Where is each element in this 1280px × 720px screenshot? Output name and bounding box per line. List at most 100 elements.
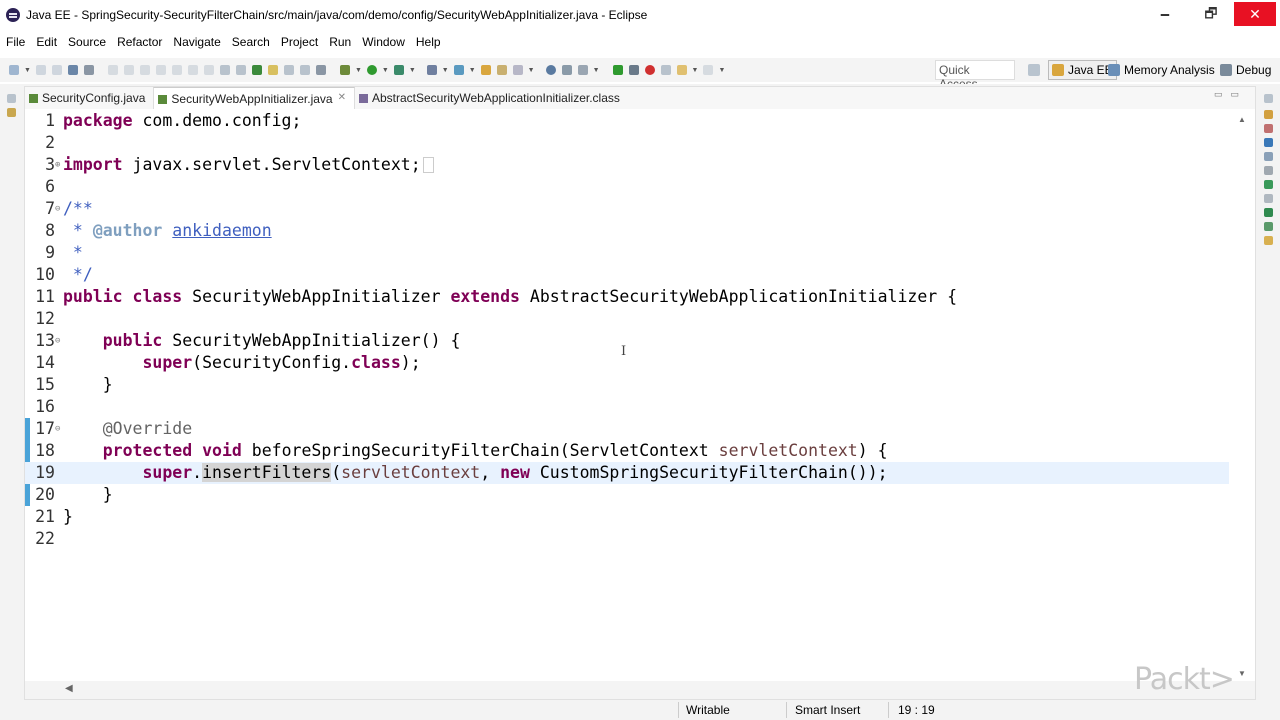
properties-icon[interactable] bbox=[1264, 152, 1273, 161]
new-dropdown-icon[interactable]: ▼ bbox=[24, 67, 31, 74]
restore-right-view-icon[interactable] bbox=[1264, 94, 1273, 103]
code-line[interactable]: 18 protected void beforeSpringSecurityFi… bbox=[25, 440, 1229, 462]
debug-dropdown-icon[interactable]: ▼ bbox=[355, 67, 362, 74]
step-return-icon[interactable] bbox=[203, 65, 214, 75]
restore-view-icon[interactable] bbox=[7, 94, 16, 103]
coverage-dropdown-icon[interactable]: ▼ bbox=[409, 67, 416, 74]
drop-to-frame-icon[interactable] bbox=[219, 65, 230, 75]
scroll-down-icon[interactable]: ▼ bbox=[1238, 669, 1246, 678]
scroll-up-icon[interactable]: ▲ bbox=[1238, 115, 1246, 124]
horizontal-scrollbar[interactable]: ◀ bbox=[25, 681, 1255, 699]
menu-window[interactable]: Window bbox=[356, 35, 410, 49]
task-icon[interactable] bbox=[577, 65, 588, 75]
open-perspective-button[interactable] bbox=[1028, 60, 1044, 80]
task-list-icon[interactable] bbox=[1264, 124, 1273, 133]
open-type-icon[interactable] bbox=[251, 65, 262, 75]
code-line[interactable]: 7 ⊖/** bbox=[25, 198, 1229, 220]
fold-toggle-icon[interactable]: ⊖ bbox=[55, 198, 60, 220]
resume-icon[interactable] bbox=[107, 65, 118, 75]
code-line[interactable]: 10 */ bbox=[25, 264, 1229, 286]
debug-server-icon[interactable] bbox=[628, 65, 639, 75]
code-line[interactable]: 2 bbox=[25, 132, 1229, 154]
tab-security-config[interactable]: SecurityConfig.java bbox=[25, 87, 153, 109]
data-source-icon[interactable] bbox=[1264, 180, 1273, 189]
project-explorer-icon[interactable] bbox=[7, 108, 16, 117]
code-line[interactable]: 3 ⊕ import javax.servlet.ServletContext; bbox=[25, 154, 1229, 176]
code-line[interactable]: 8 * @author ankidaemon bbox=[25, 220, 1229, 242]
code-line[interactable]: 16 bbox=[25, 396, 1229, 418]
show-whitespace-icon[interactable] bbox=[299, 65, 310, 75]
servers-icon[interactable] bbox=[1264, 166, 1273, 175]
publish-icon[interactable] bbox=[660, 65, 671, 75]
run-icon[interactable] bbox=[366, 65, 377, 75]
search-view-icon[interactable] bbox=[1264, 236, 1273, 245]
tab-abstract-security-initializer[interactable]: AbstractSecurityWebApplicationInitialize… bbox=[355, 87, 628, 109]
annotation-icon[interactable] bbox=[561, 65, 572, 75]
run-dropdown-icon[interactable]: ▼ bbox=[382, 67, 389, 74]
step-over-icon[interactable] bbox=[187, 65, 198, 75]
open-web-browser-icon[interactable] bbox=[545, 65, 556, 75]
snippets-icon[interactable] bbox=[1264, 194, 1273, 203]
perspective-debug[interactable]: Debug bbox=[1220, 60, 1271, 80]
project-dropdown-icon[interactable]: ▼ bbox=[469, 67, 476, 74]
pin-icon[interactable] bbox=[315, 65, 326, 75]
code-line[interactable]: 12 bbox=[25, 308, 1229, 330]
problems-icon[interactable] bbox=[1264, 208, 1273, 217]
menu-refactor[interactable]: Refactor bbox=[111, 35, 167, 49]
minimize-button[interactable]: 🗕 bbox=[1142, 0, 1188, 30]
restore-button[interactable]: 🗗 bbox=[1188, 0, 1234, 30]
search-dropdown-icon[interactable]: ▼ bbox=[528, 67, 535, 74]
outline-icon[interactable] bbox=[1264, 110, 1273, 119]
code-editor[interactable]: 1 package com.demo.config; 2 3 ⊕ import javax… bbox=[25, 109, 1255, 681]
code-line[interactable]: 14 super(SecurityConfig.class); bbox=[25, 352, 1229, 374]
code-line[interactable]: 13 ⊖ public SecurityWebAppInitializer() { bbox=[25, 330, 1229, 352]
console-icon[interactable] bbox=[1264, 222, 1273, 231]
new-server-icon[interactable] bbox=[426, 65, 437, 75]
block-selection-icon[interactable] bbox=[283, 65, 294, 75]
code-line[interactable]: 20 } bbox=[25, 484, 1229, 506]
code-line[interactable]: 21} bbox=[25, 506, 1229, 528]
code-line[interactable]: 6 bbox=[25, 176, 1229, 198]
markers-icon[interactable] bbox=[1264, 138, 1273, 147]
skip-breakpoints-icon[interactable] bbox=[83, 65, 94, 75]
coverage-icon[interactable] bbox=[393, 65, 404, 75]
new-project-icon[interactable] bbox=[453, 65, 464, 75]
open-resource-icon[interactable] bbox=[496, 65, 507, 75]
perspective-java-ee[interactable]: Java EE bbox=[1048, 60, 1117, 80]
menu-file[interactable]: File bbox=[0, 35, 30, 49]
menu-edit[interactable]: Edit bbox=[30, 35, 62, 49]
forward-icon[interactable] bbox=[703, 65, 714, 75]
disconnect-icon[interactable] bbox=[155, 65, 166, 75]
scroll-left-icon[interactable]: ◀ bbox=[65, 683, 73, 694]
code-line[interactable]: 9 * bbox=[25, 242, 1229, 264]
save-all-icon[interactable] bbox=[51, 65, 62, 75]
code-line[interactable]: 17 ⊖ @Override bbox=[25, 418, 1229, 440]
code-line[interactable]: 22 bbox=[25, 528, 1229, 550]
open-folder-icon[interactable] bbox=[480, 65, 491, 75]
toggle-mark-occurrences-icon[interactable] bbox=[267, 65, 278, 75]
stop-server-icon[interactable] bbox=[644, 65, 655, 75]
search-toolbar-icon[interactable] bbox=[512, 65, 523, 75]
menu-search[interactable]: Search bbox=[226, 35, 275, 49]
tab-security-web-app-initializer[interactable]: SecurityWebAppInitializer.java ✕ bbox=[153, 87, 355, 109]
new-icon[interactable] bbox=[9, 65, 19, 75]
menu-source[interactable]: Source bbox=[62, 35, 111, 49]
minimize-maximize-icon[interactable]: ▭▭ bbox=[1214, 89, 1247, 100]
code-line[interactable]: 1 package com.demo.config; bbox=[25, 110, 1229, 132]
quick-access-input[interactable]: Quick Access bbox=[935, 60, 1015, 91]
code-line[interactable]: 11 public class SecurityWebAppInitializer… bbox=[25, 286, 1229, 308]
fold-toggle-icon[interactable]: ⊖ bbox=[55, 418, 60, 440]
menu-run[interactable]: Run bbox=[323, 35, 356, 49]
close-button[interactable]: ✕ bbox=[1234, 2, 1276, 26]
back-icon[interactable] bbox=[676, 65, 687, 75]
debug-icon[interactable] bbox=[339, 65, 350, 75]
suspend-icon[interactable] bbox=[123, 65, 134, 75]
menu-navigate[interactable]: Navigate bbox=[167, 35, 225, 49]
menu-help[interactable]: Help bbox=[410, 35, 446, 49]
code-line[interactable]: 19 super.insertFilters(servletContext, n… bbox=[25, 462, 1229, 484]
back-dropdown-icon[interactable]: ▼ bbox=[692, 67, 699, 74]
terminal-icon[interactable] bbox=[67, 65, 78, 75]
save-icon[interactable] bbox=[35, 65, 46, 75]
perspective-memory-analysis[interactable]: Memory Analysis bbox=[1108, 60, 1215, 80]
vertical-scrollbar[interactable]: ▲ ▼ bbox=[1229, 109, 1255, 681]
